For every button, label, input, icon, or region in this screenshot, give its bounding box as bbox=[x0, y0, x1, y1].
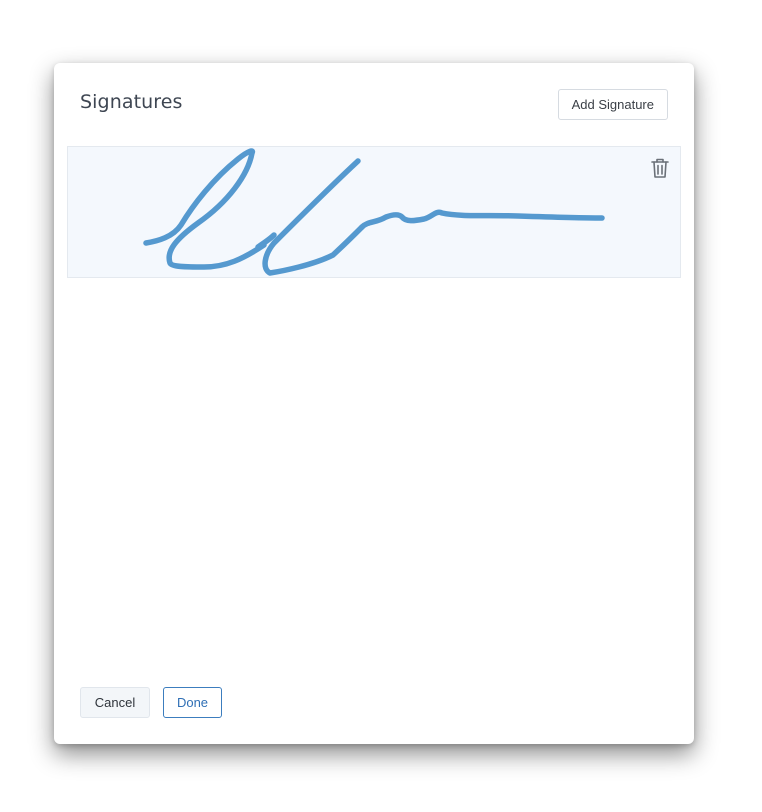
cancel-button[interactable]: Cancel bbox=[80, 687, 150, 718]
done-button[interactable]: Done bbox=[163, 687, 222, 718]
dialog-title: Signatures bbox=[80, 91, 183, 113]
signature-drawing bbox=[143, 148, 605, 276]
add-signature-button[interactable]: Add Signature bbox=[557, 89, 668, 120]
signatures-dialog: Signatures Add Signature Cancel Done bbox=[54, 63, 694, 744]
trash-icon[interactable] bbox=[650, 157, 670, 179]
signature-item[interactable] bbox=[67, 146, 681, 278]
